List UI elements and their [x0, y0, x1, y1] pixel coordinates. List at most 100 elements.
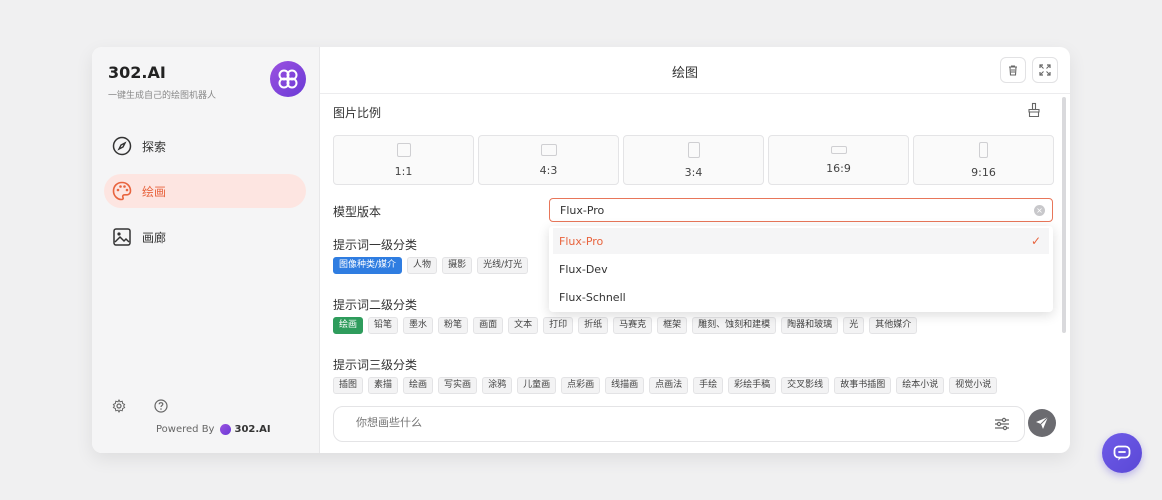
model-select[interactable]: Flux-Pro ×: [549, 198, 1053, 222]
tag-chip[interactable]: 光线/灯光: [477, 257, 529, 274]
sidebar: 302.AI 一键生成自己的绘图机器人 探索 绘画 画廊 Powered By …: [92, 47, 320, 453]
tag-chip[interactable]: 儿童画: [517, 377, 557, 394]
sidebar-item-explore[interactable]: 探索: [104, 129, 306, 163]
expand-icon: [1039, 64, 1051, 76]
tag-chip[interactable]: 点画法: [649, 377, 689, 394]
check-icon: ✓: [1030, 234, 1041, 248]
sidebar-item-draw[interactable]: 绘画: [104, 174, 306, 208]
trash-icon: [1009, 65, 1017, 76]
tag-chip[interactable]: 雕刻、蚀刻和建模: [692, 317, 777, 334]
ratio-option-16-9[interactable]: 16:9: [768, 135, 909, 185]
model-dropdown: Flux-Pro ✓ Flux-Dev Flux-Schnell: [549, 226, 1053, 312]
send-button[interactable]: [1028, 409, 1056, 437]
prompt-level1-label: 提示词一级分类: [333, 238, 418, 252]
settings-sliders-icon[interactable]: [994, 416, 1010, 432]
app-window: 302.AI 一键生成自己的绘图机器人 探索 绘画 画廊 Powered By …: [92, 47, 1070, 453]
tag-chip[interactable]: 绘画: [403, 377, 434, 394]
powered-prefix: Powered By: [156, 424, 215, 435]
page-title: 绘图: [671, 66, 698, 81]
tag-chip[interactable]: 铅笔: [368, 317, 399, 334]
tag-chip[interactable]: 折纸: [578, 317, 609, 334]
sidebar-item-label: 画廊: [142, 230, 167, 245]
prompt-input-bar: [333, 406, 1025, 442]
palette-icon: [112, 181, 132, 201]
prompt-level2-label: 提示词二级分类: [333, 298, 418, 312]
ratio-option-4-3[interactable]: 4:3: [478, 135, 619, 185]
aspect-ratio-label: 图片比例: [333, 106, 382, 120]
sidebar-item-gallery[interactable]: 画廊: [104, 220, 306, 254]
main-header: 绘图: [320, 47, 1070, 94]
main-panel: 绘图 图片比例 1:1 4:3 3:4 16:9 9:16 模型版本 Flux-…: [320, 47, 1070, 453]
model-select-value: Flux-Pro: [560, 203, 605, 217]
compass-icon: [112, 136, 132, 156]
tag-chip[interactable]: 其他媒介: [869, 317, 918, 334]
ratio-label: 1:1: [394, 164, 413, 178]
tag-chip[interactable]: 故事书插图: [834, 377, 892, 394]
powered-brand: 302.AI: [234, 424, 271, 435]
tag-chip[interactable]: 人物: [407, 257, 438, 274]
send-icon: [1036, 416, 1049, 429]
ratio-label: 16:9: [826, 161, 851, 175]
model-option-flux-schnell[interactable]: Flux-Schnell: [553, 284, 1049, 310]
prompt-input[interactable]: [354, 415, 958, 430]
aspect-ratio-options: 1:1 4:3 3:4 16:9 9:16: [333, 135, 1054, 185]
model-version-label: 模型版本: [333, 205, 382, 219]
sidebar-item-label: 绘画: [142, 184, 167, 199]
ratio-label: 9:16: [971, 165, 996, 179]
ratio-label: 4:3: [539, 163, 558, 177]
tag-chip[interactable]: 素描: [368, 377, 399, 394]
square-icon: [396, 142, 411, 157]
tag-chip[interactable]: 粉笔: [438, 317, 469, 334]
portrait-icon: [687, 141, 700, 158]
tag-chip[interactable]: 涂鸦: [482, 377, 513, 394]
landscape-icon: [540, 143, 557, 156]
brand-mini-logo-icon: [220, 424, 232, 435]
prompt-level2-tags: 绘画 铅笔 墨水 粉笔 画面 文本 打印 折纸 马赛克 框架 雕刻、蚀刻和建模 …: [333, 317, 918, 334]
tag-chip[interactable]: 光: [843, 317, 865, 334]
tag-chip[interactable]: 摄影: [442, 257, 473, 274]
tag-chip[interactable]: 画面: [473, 317, 504, 334]
delete-button[interactable]: [1000, 57, 1026, 83]
tag-chip[interactable]: 线描画: [605, 377, 645, 394]
brand-subtitle: 一键生成自己的绘图机器人: [108, 91, 217, 101]
wide-icon: [830, 145, 847, 154]
ratio-option-9-16[interactable]: 9:16: [913, 135, 1054, 185]
fullscreen-button[interactable]: [1032, 57, 1058, 83]
tag-chip[interactable]: 墨水: [403, 317, 434, 334]
model-option-flux-dev[interactable]: Flux-Dev: [553, 256, 1049, 282]
tag-chip[interactable]: 插图: [333, 377, 364, 394]
clear-icon[interactable]: ×: [1034, 204, 1045, 216]
tag-chip[interactable]: 马赛克: [613, 317, 653, 334]
gear-icon[interactable]: [108, 395, 130, 417]
tag-chip[interactable]: 陶器和玻璃: [781, 317, 839, 334]
tag-chip[interactable]: 视觉小说: [949, 377, 998, 394]
tag-chip[interactable]: 图像种类/媒介: [333, 257, 403, 274]
chat-support-button[interactable]: [1102, 433, 1142, 473]
brush-icon[interactable]: [1026, 102, 1042, 118]
model-option-flux-pro[interactable]: Flux-Pro ✓: [553, 228, 1049, 254]
image-icon: [112, 227, 132, 247]
powered-by: Powered By 302.AI: [156, 424, 271, 435]
tag-chip[interactable]: 点彩画: [561, 377, 601, 394]
tag-chip[interactable]: 文本: [508, 317, 539, 334]
tag-chip[interactable]: 框架: [657, 317, 688, 334]
option-label: Flux-Dev: [559, 262, 608, 276]
tag-chip[interactable]: 手绘: [693, 377, 724, 394]
ratio-label: 3:4: [684, 165, 703, 179]
scrollbar[interactable]: [1062, 97, 1066, 333]
tag-chip[interactable]: 彩绘手稿: [728, 377, 777, 394]
help-icon[interactable]: [150, 395, 172, 417]
tall-icon: [979, 141, 988, 158]
sidebar-footer-icons: [108, 395, 172, 417]
ratio-option-3-4[interactable]: 3:4: [623, 135, 764, 185]
tag-chip[interactable]: 写实画: [438, 377, 478, 394]
prompt-level3-label: 提示词三级分类: [333, 358, 418, 372]
tag-chip[interactable]: 绘本小说: [896, 377, 945, 394]
tag-chip[interactable]: 打印: [543, 317, 574, 334]
tag-chip[interactable]: 交叉影线: [781, 377, 830, 394]
sidebar-item-label: 探索: [142, 139, 167, 154]
ratio-option-1-1[interactable]: 1:1: [333, 135, 474, 185]
brand-logo-icon: [270, 61, 306, 97]
brand-title: 302.AI: [108, 63, 166, 82]
tag-chip[interactable]: 绘画: [333, 317, 364, 334]
